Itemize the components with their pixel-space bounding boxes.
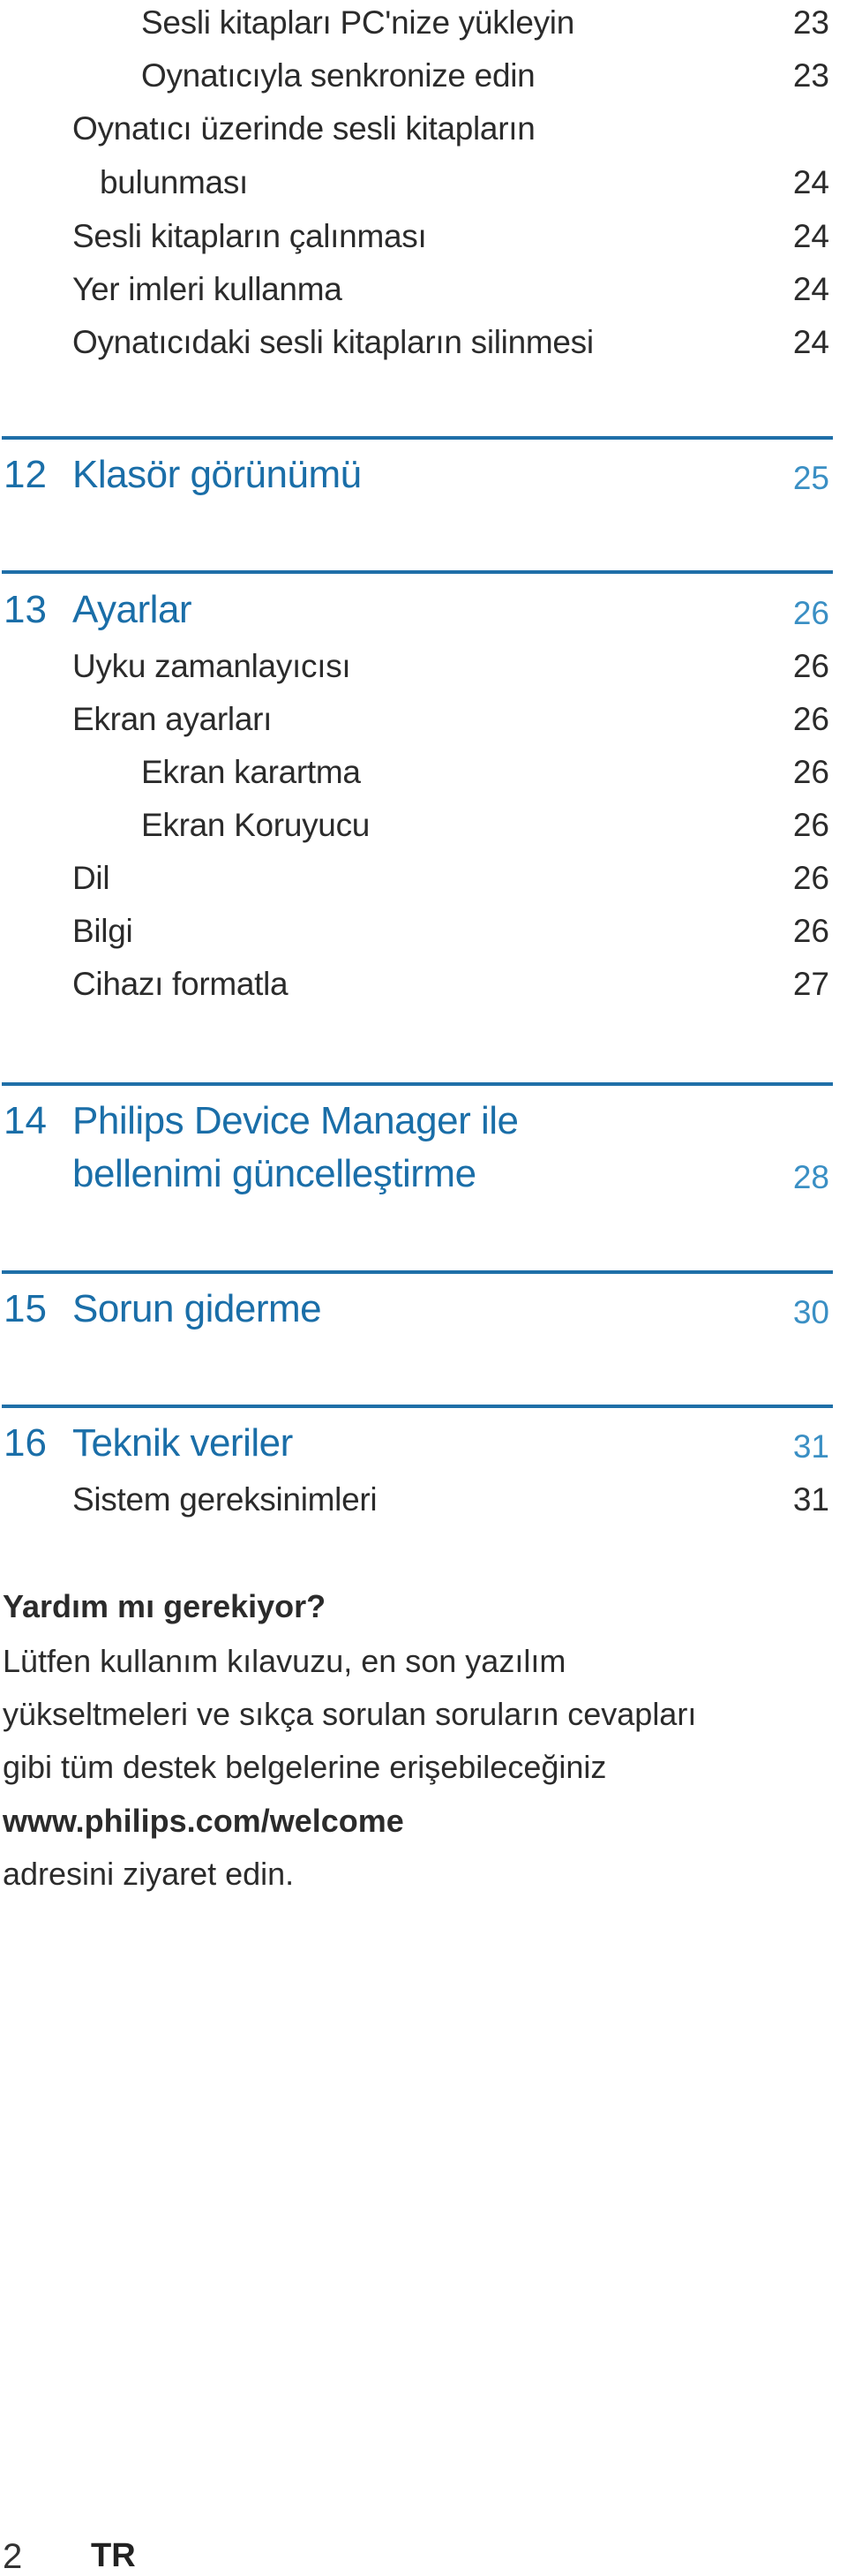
section-heading-14-continuation[interactable]: bellenimi güncelleştirme 28 [0, 1141, 829, 1194]
section-heading-16[interactable]: 16 Teknik veriler 31 [0, 1410, 829, 1465]
section-heading-13[interactable]: 13 Ayarlar 26 [0, 576, 829, 631]
toc-entry-page: 26 [792, 807, 829, 843]
section-number: 14 [4, 1099, 47, 1142]
toc-entry[interactable]: Uyku zamanlayıcısı 26 [0, 629, 829, 682]
section-divider [2, 570, 833, 574]
toc-entry[interactable]: Oynatıcı üzerinde sesli kitapların [0, 92, 829, 145]
section-heading-14[interactable]: 14 Philips Device Manager ile [0, 1088, 829, 1141]
toc-entry[interactable]: Sistem gereksinimleri 31 [0, 1463, 829, 1516]
toc-entry-page: 24 [792, 164, 829, 200]
section-divider [2, 1405, 833, 1408]
toc-entry-title-cont: bulunması [100, 164, 249, 200]
toc-entry-page: 24 [792, 271, 829, 307]
toc-entry-title: Sistem gereksinimleri [72, 1481, 378, 1518]
toc-entry-title: Sesli kitapları PC'nize yükleyin [141, 4, 575, 41]
toc-entry[interactable]: Ekran Koruyucu 26 [0, 788, 829, 841]
toc-entry-page: 24 [792, 324, 829, 360]
toc-entry-title: Ekran karartma [141, 754, 361, 790]
section-divider [2, 436, 833, 440]
toc-entry[interactable]: Yer imleri kullanma 24 [0, 252, 829, 305]
section-heading-15[interactable]: 15 Sorun giderme 30 [0, 1276, 829, 1329]
toc-entry[interactable]: Oynatıcıdaki sesli kitapların silinmesi … [0, 305, 829, 358]
toc-entry[interactable]: Cihazı formatla 27 [0, 947, 829, 1000]
toc-entry-continuation[interactable]: bulunması 24 [0, 146, 829, 199]
section-divider [2, 1082, 833, 1086]
section-title: Ayarlar [72, 588, 192, 631]
section-number: 15 [4, 1287, 47, 1330]
section-title: Teknik veriler [72, 1421, 293, 1465]
toc-entry-title: Ekran ayarları [72, 701, 273, 737]
toc-entry-title: Cihazı formatla [72, 966, 289, 1002]
support-link[interactable]: www.philips.com/welcome [3, 1805, 404, 1837]
toc-entry[interactable]: Bilgi 26 [0, 894, 829, 947]
toc-entry[interactable]: Oynatıcıyla senkronize edin 23 [0, 39, 829, 92]
toc-entry-page: 24 [792, 218, 829, 254]
toc-entry-page: 26 [792, 648, 829, 684]
toc-entry-title: Dil [72, 860, 110, 896]
toc-entry-title: Yer imleri kullanma [72, 271, 342, 307]
toc-entry-title: Oynatıcıyla senkronize edin [141, 57, 536, 94]
toc-entry[interactable]: Dil 26 [0, 841, 829, 894]
toc-entry-page: 26 [792, 860, 829, 896]
toc-entry-title: Ekran Koruyucu [141, 807, 371, 843]
section-page: 26 [792, 595, 829, 631]
section-title: Klasör görünümü [72, 453, 362, 496]
section-title: Sorun giderme [72, 1287, 322, 1330]
section-page: 31 [792, 1428, 829, 1465]
toc-entry-title: Sesli kitapların çalınması [72, 218, 427, 254]
section-number: 13 [4, 588, 47, 631]
section-number: 16 [4, 1421, 47, 1465]
section-page: 25 [792, 460, 829, 496]
page-number: 2 [3, 2537, 23, 2576]
toc-entry-title: Oynatıcı üzerinde sesli kitapların [72, 110, 536, 147]
section-title-cont: bellenimi güncelleştirme [72, 1152, 476, 1195]
language-code: TR [91, 2537, 136, 2574]
toc-entry-title: Bilgi [72, 913, 133, 949]
toc-entry[interactable]: Sesli kitapları PC'nize yükleyin 23 [0, 0, 829, 39]
section-title: Philips Device Manager ile [72, 1099, 519, 1142]
toc-entry-title: Uyku zamanlayıcısı [72, 648, 351, 684]
section-heading-12[interactable]: 12 Klasör görünümü 25 [0, 441, 829, 496]
toc-entry-page: 26 [792, 701, 829, 737]
toc-entry-page: 23 [792, 4, 829, 41]
toc-entry-page: 26 [792, 754, 829, 790]
section-divider [2, 1270, 833, 1274]
toc-entry-title: Oynatıcıdaki sesli kitapların silinmesi [72, 324, 594, 360]
toc-entry[interactable]: Ekran ayarları 26 [0, 682, 829, 735]
section-number: 12 [4, 453, 47, 496]
section-page: 30 [792, 1294, 829, 1330]
toc-entry-page: 26 [792, 913, 829, 949]
toc-entry-page: 31 [792, 1481, 829, 1518]
toc-entry[interactable]: Sesli kitapların çalınması 24 [0, 200, 829, 252]
toc-entry-page: 27 [792, 966, 829, 1002]
toc-entry[interactable]: Ekran karartma 26 [0, 735, 829, 788]
section-page: 28 [792, 1159, 829, 1195]
toc-entry-page: 23 [792, 57, 829, 94]
